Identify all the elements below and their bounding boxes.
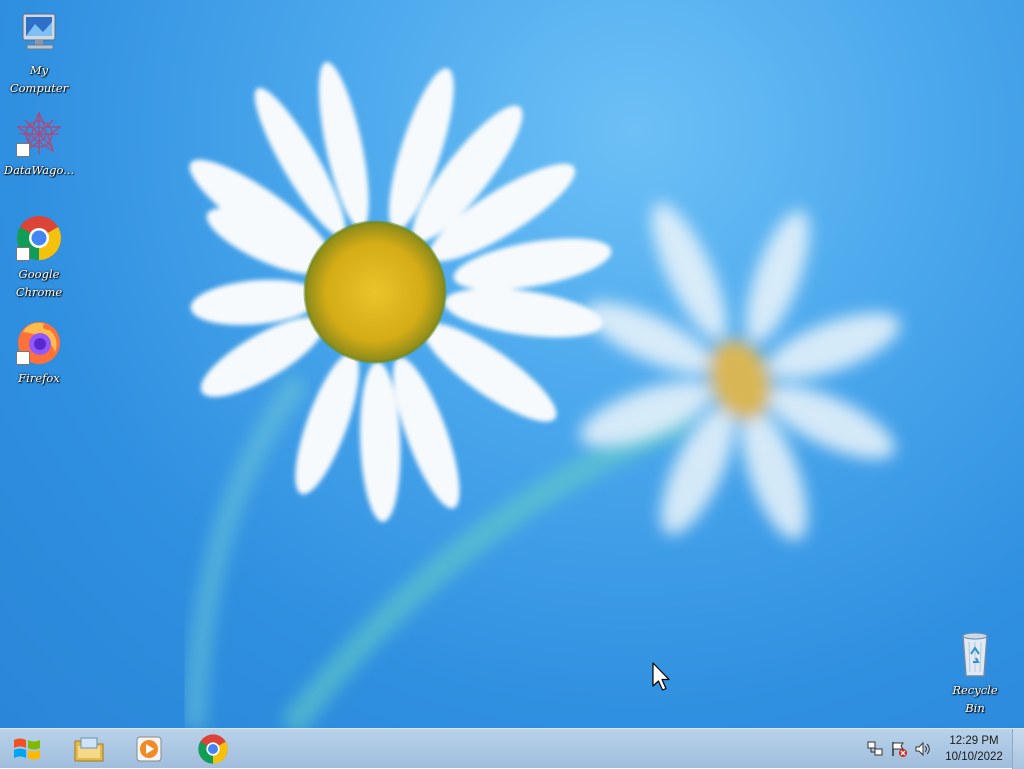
taskbar-file-explorer-button[interactable] (64, 731, 114, 767)
desktop-icon-my-computer[interactable]: My Computer (1, 10, 77, 97)
desktop-icon-label: DataWago... (3, 163, 75, 177)
start-button[interactable] (0, 729, 54, 769)
desktop[interactable]: My Computer DataWago... Google Chrome Fi… (0, 0, 1024, 728)
show-desktop-button[interactable] (1012, 729, 1024, 769)
recycle-bin-icon (951, 630, 999, 678)
wallpaper (184, 62, 901, 728)
datawago-icon (15, 110, 63, 158)
desktop-icon-firefox[interactable]: Firefox (1, 318, 77, 387)
desktop-icon-datawago[interactable]: DataWago... (1, 110, 77, 179)
taskbar-media-player-button[interactable] (124, 731, 174, 767)
clock-time: 12:29 PM (949, 735, 999, 747)
windows-logo-icon (14, 738, 40, 760)
shortcut-arrow-icon (16, 143, 30, 157)
mouse-pointer-icon (652, 662, 670, 691)
shortcut-arrow-icon (16, 351, 30, 365)
chrome-icon (198, 734, 228, 764)
taskbar: 12:29 PM 10/10/2022 (0, 728, 1024, 769)
taskbar-clock[interactable]: 12:29 PM 10/10/2022 (938, 733, 1010, 765)
desktop-icon-google-chrome[interactable]: Google Chrome (1, 214, 77, 301)
chrome-icon (15, 214, 63, 262)
desktop-icon-label: My Computer (9, 63, 69, 95)
firefox-icon (15, 318, 63, 366)
media-player-icon (136, 736, 162, 762)
desktop-icon-label: Recycle Bin (952, 683, 998, 715)
desktop-icon-label: Firefox (18, 371, 60, 385)
my-computer-icon (15, 10, 63, 58)
action-center-flag-icon[interactable] (890, 740, 908, 758)
network-icon[interactable] (866, 740, 884, 758)
file-explorer-icon (74, 737, 104, 762)
volume-icon[interactable] (914, 740, 932, 758)
desktop-icon-label: Google Chrome (15, 267, 63, 299)
taskbar-chrome-button[interactable] (188, 731, 238, 767)
clock-date: 10/10/2022 (945, 751, 1003, 763)
desktop-icon-recycle-bin[interactable]: Recycle Bin (937, 630, 1013, 717)
shortcut-arrow-icon (16, 247, 30, 261)
